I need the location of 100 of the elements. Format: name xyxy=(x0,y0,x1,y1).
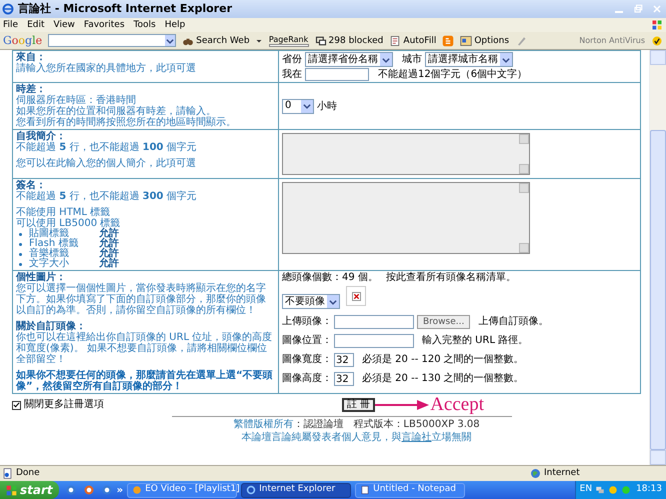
help-text: 不能超過 5 行，也不能超過 300 個字元 xyxy=(16,191,198,202)
number-field[interactable]: 32 xyxy=(334,353,354,367)
search-field[interactable] xyxy=(48,34,176,47)
browse-button[interactable]: Browse... xyxy=(417,315,470,329)
windows-flag-icon xyxy=(6,484,17,496)
check-icon xyxy=(13,401,20,409)
clock: 18:13 xyxy=(636,483,662,496)
help-text: 不能超過 5 行，也不能超過 100 個字元 xyxy=(16,142,198,153)
footer-text: 立場無關 xyxy=(432,431,472,444)
annotation-text: Accept xyxy=(430,395,484,415)
section-title: 自我簡介： xyxy=(16,131,67,142)
shield-icon xyxy=(651,34,663,46)
dropdown[interactable]: 0 xyxy=(282,98,314,114)
field-label: 圖像高度： xyxy=(282,373,332,385)
menu-item[interactable]: View xyxy=(54,19,75,31)
disc-icon xyxy=(132,485,142,495)
warning-text: 如果你不想要任何的頭像，那麼請首先在選單上選“不要頭像”，然後留空所有自訂頭像的部分！ xyxy=(16,370,274,392)
footer-text: 本論壇言論純屬發表者個人意見，與 xyxy=(242,431,402,444)
section-title: 個性圖片： xyxy=(16,272,67,283)
footer-link[interactable]: 言論社 xyxy=(402,431,432,444)
section-title: 來自： xyxy=(16,52,46,63)
number-field[interactable]: 32 xyxy=(334,372,354,386)
text-area[interactable] xyxy=(282,133,530,175)
help-text: 不能使用 HTML 標籤 xyxy=(16,207,110,218)
menu-item[interactable]: Help xyxy=(164,19,186,31)
search-button[interactable]: Search Web xyxy=(182,34,263,46)
footer-link[interactable]: 繁體版權所有 xyxy=(233,418,294,431)
help-text: 您看到所有的時間將按照您所在的地區時間顯示。 xyxy=(16,117,237,128)
browser-icon xyxy=(246,485,256,495)
menu-item[interactable]: File xyxy=(3,19,18,31)
bullet-icon xyxy=(19,232,22,236)
section-title: 簽名： xyxy=(16,180,46,191)
scrollbar-thumb[interactable] xyxy=(650,130,666,450)
permission-value: 允許 xyxy=(99,239,119,249)
menu-item[interactable]: Favorites xyxy=(84,19,125,31)
dropdown[interactable]: 不要頭像 xyxy=(282,294,340,309)
norton-label: Norton AntiVirus xyxy=(579,34,645,46)
pen-icon xyxy=(515,34,528,46)
close-icon xyxy=(650,3,662,15)
taskbar-button[interactable]: Internet Explorer xyxy=(241,482,352,498)
minimize-icon xyxy=(614,11,622,13)
zone-text: Internet xyxy=(544,466,581,480)
scroll-down-button[interactable] xyxy=(519,164,529,174)
help-text: 您可以在此輸入您的個人簡介，此項可選 xyxy=(16,158,197,169)
taskbar-button[interactable]: Untitled - Notepad xyxy=(355,482,466,498)
browser-icon xyxy=(64,484,77,496)
dropdown[interactable]: 請選擇城市名稱 xyxy=(425,52,513,67)
help-text: 您可以選擇一個個性圖片，當你發表時將顯示在您的名字下方。如果你填寫了下面的自訂頭像部分，那麼你的頭像以自訂的為準。否則，請你留空自訂頭像的所有欄位！ xyxy=(16,283,267,316)
taskbar-button[interactable]: EO Video - [Playlist1] xyxy=(127,482,238,498)
help-text: 如果您所在的位置和伺服器有時差，請輸入。 xyxy=(16,106,216,117)
status-text: Done xyxy=(16,466,41,480)
menu-item[interactable]: Tools xyxy=(134,19,156,31)
hint-text: 必須是 20 -- 120 之間的一個整數。 xyxy=(362,354,524,366)
help-text: 可以使用 LB5000 標籤 xyxy=(16,218,122,229)
vertical-scrollbar[interactable] xyxy=(649,50,666,465)
tag-label: 文字大小 xyxy=(29,259,70,269)
field-label: 上傳頭像： xyxy=(282,316,332,328)
scroll-up-button[interactable] xyxy=(519,134,529,144)
menu-item[interactable]: Edit xyxy=(27,19,44,31)
text-area[interactable] xyxy=(282,182,530,254)
avatar-count: 總頭像個數：49 個。 xyxy=(282,272,378,284)
window-title: 言論社 - Microsoft Internet Explorer xyxy=(18,0,233,17)
scroll-down-button[interactable] xyxy=(519,243,529,253)
bullet-icon xyxy=(19,252,22,256)
field-label: 我在 xyxy=(282,68,302,80)
more-button[interactable]: » xyxy=(116,482,124,498)
checkbox[interactable] xyxy=(12,400,21,410)
tag-label: 貼圖標籤 xyxy=(29,229,69,239)
url-field[interactable] xyxy=(334,334,414,348)
field-label: 省份 xyxy=(282,54,302,66)
autofill-button[interactable]: AutoFill xyxy=(389,34,436,46)
restore-icon xyxy=(632,3,644,15)
help-text: 請輸入您所在國家的具體地方，此項可選 xyxy=(16,63,197,74)
scroll-up-button[interactable] xyxy=(519,183,529,193)
notepad-icon xyxy=(360,485,370,495)
network-icon xyxy=(595,485,606,495)
hint-text: 必須是 20 -- 130 之間的一個整數。 xyxy=(362,373,524,385)
form-icon xyxy=(389,34,402,46)
field-label: 圖像寬度： xyxy=(282,354,332,366)
footer-text: ：認證論壇 程式版本：LB5000XP 3.08 xyxy=(293,418,480,431)
field-label: 圖像位置： xyxy=(282,335,332,347)
shield-icon xyxy=(608,485,618,495)
annotation-arrow xyxy=(375,400,430,410)
options-button[interactable]: Options xyxy=(460,34,510,46)
checkbox-label: 關閉更多註冊選項 xyxy=(24,399,104,411)
register-button[interactable]: 註 冊 xyxy=(342,398,376,412)
tag-label: Flash 標籤 xyxy=(29,239,80,249)
status-dot-icon xyxy=(621,485,632,495)
hint-text: 不能超過12個字元（6個中文字） xyxy=(378,68,528,80)
windows-icon xyxy=(314,34,327,46)
bullet-icon xyxy=(19,262,22,266)
avatar-list-link[interactable]: 按此查看所有頭像名稱清單。 xyxy=(386,272,516,284)
cross-icon xyxy=(352,292,360,300)
scroll-down-button[interactable] xyxy=(650,450,666,465)
blocked-button[interactable]: 298 blocked xyxy=(314,34,384,46)
scroll-up-button[interactable] xyxy=(650,50,666,65)
file-path-field[interactable] xyxy=(334,315,414,329)
bullet-icon xyxy=(19,242,22,246)
dropdown[interactable]: 請選擇省份名稱 xyxy=(305,52,393,67)
location-field[interactable] xyxy=(305,68,369,81)
